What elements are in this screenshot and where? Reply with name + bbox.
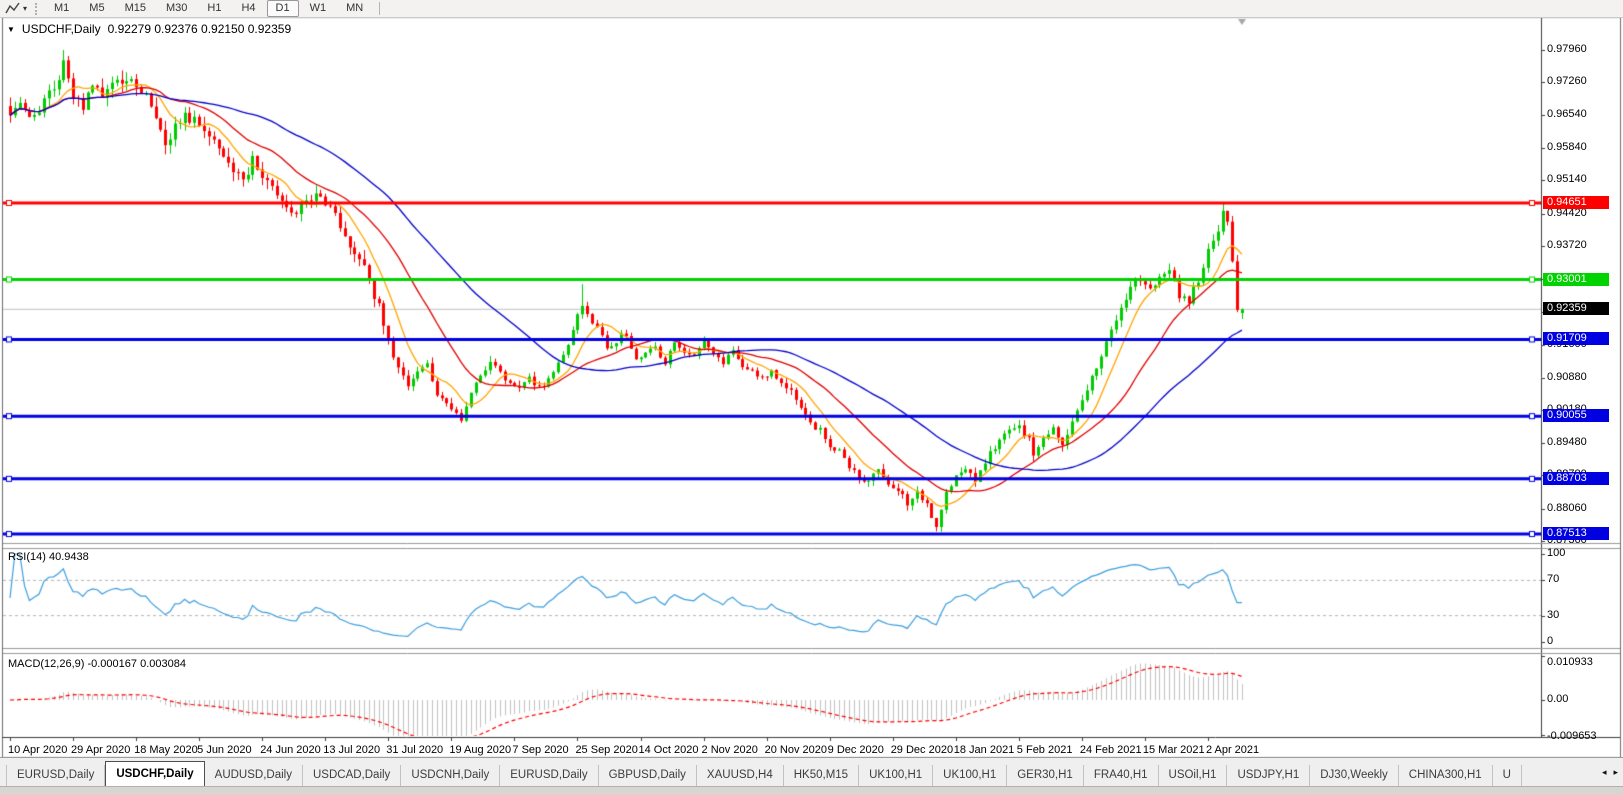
date-tick-label: 14 Oct 2020 <box>639 744 699 756</box>
price-tick-label: 0.97260 <box>1547 75 1587 87</box>
date-tick-label: 29 Apr 2020 <box>71 744 130 756</box>
price-line-label-0.90055: 0.90055 <box>1543 409 1609 422</box>
chart-tabs: EURUSD,DailyUSDCHF,DailyAUDUSD,DailyUSDC… <box>6 761 1522 786</box>
rsi-tick-label: 100 <box>1547 547 1565 559</box>
date-tick-label: 13 Jul 2020 <box>323 744 380 756</box>
chart-tab-gbpusd-daily[interactable]: GBPUSD,Daily <box>599 765 697 786</box>
chart-tab-usoil-h1[interactable]: USOil,H1 <box>1159 765 1228 786</box>
chart-tab-fra40-h1[interactable]: FRA40,H1 <box>1084 765 1159 786</box>
tab-scroll-right-button[interactable]: ▸ <box>1613 767 1618 778</box>
chart-title: ▼ USDCHF,Daily 0.92279 0.92376 0.92150 0… <box>7 22 291 36</box>
chart-tab-hk50-m15[interactable]: HK50,M15 <box>784 765 859 786</box>
line-studies-tool-icon[interactable]: ▾ <box>0 0 32 17</box>
price-tick-label: 0.93720 <box>1547 239 1587 251</box>
chart-tab-uk100-h1[interactable]: UK100,H1 <box>933 765 1007 786</box>
chart-tab-eurusd-daily[interactable]: EURUSD,Daily <box>500 765 598 786</box>
zigzag-line-icon <box>5 2 20 15</box>
timeframe-m15-button[interactable]: M15 <box>116 0 155 17</box>
date-tick-label: 5 Jun 2020 <box>197 744 251 756</box>
chart-tab-usdjpy-h1[interactable]: USDJPY,H1 <box>1227 765 1310 786</box>
current-price-label: 0.92359 <box>1543 302 1609 315</box>
timeframe-m1-button[interactable]: M1 <box>45 0 78 17</box>
chart-tab-usdcnh-daily[interactable]: USDCNH,Daily <box>401 765 500 786</box>
date-tick-label: 20 Nov 2020 <box>765 744 827 756</box>
macd-tick-label: 0.010933 <box>1547 656 1593 668</box>
chart-tab-usdcad-daily[interactable]: USDCAD,Daily <box>303 765 401 786</box>
price-line-label-0.88703: 0.88703 <box>1543 472 1609 485</box>
terminal-root: ▾ M1M5M15M30H1H4D1W1MN ▼ USDCHF,Daily 0.… <box>0 0 1623 794</box>
tab-scroll-left-button[interactable]: ◂ <box>1602 767 1607 778</box>
price-line-label-0.91709: 0.91709 <box>1543 332 1609 345</box>
price-tick-label: 0.90880 <box>1547 371 1587 383</box>
date-tick-label: 15 Mar 2021 <box>1143 744 1205 756</box>
chart-tab-audusd-daily[interactable]: AUDUSD,Daily <box>205 765 303 786</box>
rsi-axis[interactable]: 100 70 30 0 <box>1541 549 1623 648</box>
date-tick-label: 24 Feb 2021 <box>1080 744 1142 756</box>
rsi-tick-label: 70 <box>1547 573 1559 585</box>
chart-tab-xauusd-h4[interactable]: XAUUSD,H4 <box>697 765 784 786</box>
timeframe-w1-button[interactable]: W1 <box>301 0 336 17</box>
chart-tab-china300-h1[interactable]: CHINA300,H1 <box>1399 765 1493 786</box>
date-axis[interactable]: 10 Apr 2020 29 Apr 2020 18 May 20205 Jun 2… <box>0 738 1623 757</box>
ohlc-values: 0.92279 0.92376 0.92150 0.92359 <box>108 22 292 36</box>
date-tick-label: 31 Jul 2020 <box>386 744 443 756</box>
date-tick-label: 29 Dec 2020 <box>891 744 953 756</box>
chart-tab-ger30-h1[interactable]: GER30,H1 <box>1007 765 1084 786</box>
date-tick-label: 2 Apr 2021 <box>1206 744 1259 756</box>
rsi-tick-label: 30 <box>1547 609 1559 621</box>
date-tick-label: 9 Dec 2020 <box>828 744 884 756</box>
macd-axis[interactable]: 0.0109330.00-0.009653 <box>1541 654 1623 738</box>
date-tick-label: 5 Feb 2021 <box>1017 744 1073 756</box>
symbol-period-label: USDCHF,Daily <box>22 22 101 36</box>
chart-plot-canvas[interactable] <box>0 0 1623 794</box>
date-tick-label: 18 Jan 2021 <box>954 744 1015 756</box>
date-tick-label: 10 Apr 2020 <box>8 744 67 756</box>
price-line-label-0.94651: 0.94651 <box>1543 196 1609 209</box>
collapse-triangle-icon[interactable]: ▼ <box>7 25 15 34</box>
date-tick-label: 24 Jun 2020 <box>260 744 321 756</box>
date-tick-label: 7 Sep 2020 <box>512 744 568 756</box>
toolbar-separator <box>379 2 380 15</box>
macd-tick-label: 0.00 <box>1547 693 1568 705</box>
chart-tab-dj30-weekly[interactable]: DJ30,Weekly <box>1310 765 1399 786</box>
toolbar-grip[interactable] <box>35 3 37 15</box>
chart-tab-uk100-h1[interactable]: UK100,H1 <box>859 765 933 786</box>
chart-tab-eurusd-daily[interactable]: EURUSD,Daily <box>6 765 105 786</box>
timeframe-h4-button[interactable]: H4 <box>232 0 264 17</box>
price-tick-label: 0.96540 <box>1547 108 1587 120</box>
tab-scroll-controls: ◂ ▸ <box>1597 758 1623 786</box>
caret-down-icon: ▾ <box>23 4 27 13</box>
macd-indicator-label: MACD(12,26,9) -0.000167 0.003084 <box>8 658 186 670</box>
price-line-label-0.93001: 0.93001 <box>1543 273 1609 286</box>
rsi-tick-label: 0 <box>1547 635 1553 647</box>
price-axis[interactable]: 0.979600.972600.965400.958400.951400.944… <box>1541 17 1623 543</box>
date-tick-label: 25 Sep 2020 <box>575 744 637 756</box>
chart-tab-u[interactable]: U <box>1493 765 1522 786</box>
timeframe-d1-button[interactable]: D1 <box>267 0 299 17</box>
toolbar: ▾ M1M5M15M30H1H4D1W1MN <box>0 0 1623 18</box>
price-tick-label: 0.88060 <box>1547 502 1587 514</box>
chart-tab-bar: EURUSD,DailyUSDCHF,DailyAUDUSD,DailyUSDC… <box>0 757 1623 786</box>
timeframe-mn-button[interactable]: MN <box>337 0 372 17</box>
price-tick-label: 0.95140 <box>1547 173 1587 185</box>
timeframe-m30-button[interactable]: M30 <box>157 0 196 17</box>
timeframe-buttons: M1M5M15M30H1H4D1W1MN <box>44 0 373 17</box>
rsi-indicator-label: RSI(14) 40.9438 <box>8 551 89 563</box>
price-tick-label: 0.97960 <box>1547 43 1587 55</box>
chart-tab-usdchf-daily[interactable]: USDCHF,Daily <box>105 761 204 786</box>
price-tick-label: 0.89480 <box>1547 436 1587 448</box>
date-tick-label: 18 May 2020 <box>134 744 198 756</box>
timeframe-m5-button[interactable]: M5 <box>80 0 113 17</box>
timeframe-h1-button[interactable]: H1 <box>198 0 230 17</box>
date-tick-label: 2 Nov 2020 <box>702 744 758 756</box>
date-tick-label: 19 Aug 2020 <box>449 744 511 756</box>
price-line-label-0.87513: 0.87513 <box>1543 527 1609 540</box>
price-tick-label: 0.95840 <box>1547 141 1587 153</box>
